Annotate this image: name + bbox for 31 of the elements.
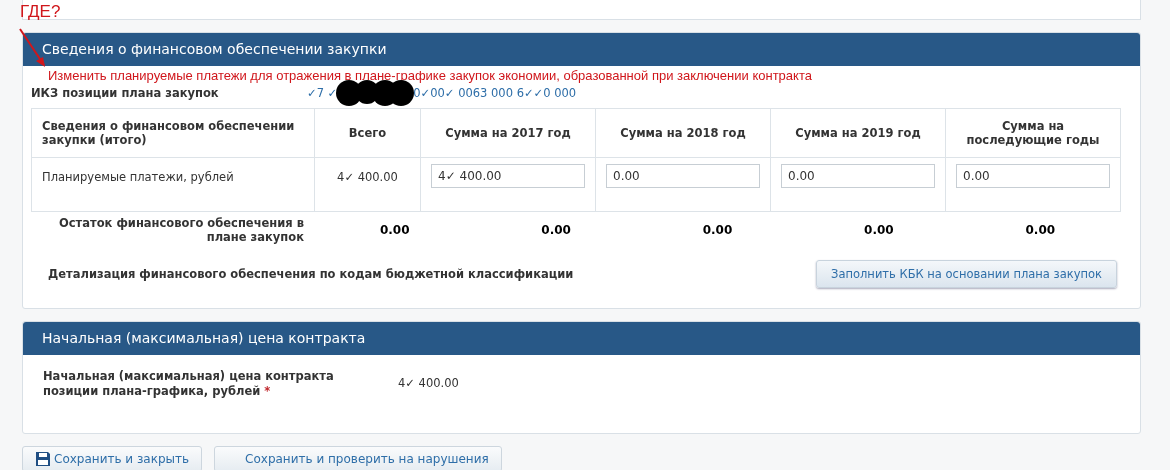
remainder-value: 0.00: [701, 223, 734, 237]
remainder-label: Остаток финансового обеспечения в плане закупок: [58, 216, 305, 244]
remainder-value: 0.00: [863, 223, 895, 237]
annotation-note: Изменить планируемые платежи для отражения в плане-графике закупок экономии, образованной при заключении контракта: [47, 68, 813, 84]
amount-field[interactable]: 0.00: [781, 164, 935, 188]
column-header: Сведения о финансовом обеспечении закупки (итого): [32, 109, 315, 158]
column-header: Всего: [315, 109, 421, 158]
remainder-value: 0.00: [1024, 223, 1057, 237]
column-header: Сумма на последующие годы: [946, 109, 1121, 158]
section-label: Детализация финансового обеспечения по кодам бюджетной классификации: [48, 267, 574, 281]
column-header: Сумма на 2017 год: [421, 109, 596, 158]
code-link[interactable]: 0✓00✓ 0063 000 6✓✓0 000: [413, 86, 577, 100]
fill-kbk-button[interactable]: Заполнить КБК на основании плана закупок: [816, 260, 1117, 288]
table-cell: Планируемые платежи, рублей: [32, 158, 315, 212]
table-cell: 4✓ 400.00: [315, 158, 421, 212]
remainder-value: 0.00: [540, 223, 572, 237]
amount-field[interactable]: 4✓ 400.00: [431, 164, 585, 188]
column-header: Сумма на 2018 год: [596, 109, 771, 158]
field-label: Начальная (максимальная) цена контракта позиции плана-графика, рублей *: [43, 369, 335, 399]
save-close-button[interactable]: Сохранить и закрыть: [22, 446, 203, 470]
column-header: Сумма на 2019 год: [771, 109, 946, 158]
save-check-button[interactable]: Сохранить и проверить на нарушения: [214, 446, 502, 470]
remainder-value: 0.00: [378, 223, 411, 237]
panel-title: Начальная (максимальная) цена контракта: [23, 322, 1140, 355]
panel-title: Сведения о финансовом обеспечении закупки: [23, 33, 1140, 66]
amount-field[interactable]: 0.00: [606, 164, 760, 188]
field-label: ИКЗ позиции плана закупок: [31, 86, 220, 100]
code-link[interactable]: ✓7 ✓: [307, 86, 338, 100]
price-value: 4✓ 400.00: [398, 376, 459, 392]
annotation-label: ГДЕ?: [20, 2, 61, 22]
amount-field[interactable]: 0.00: [956, 164, 1110, 188]
